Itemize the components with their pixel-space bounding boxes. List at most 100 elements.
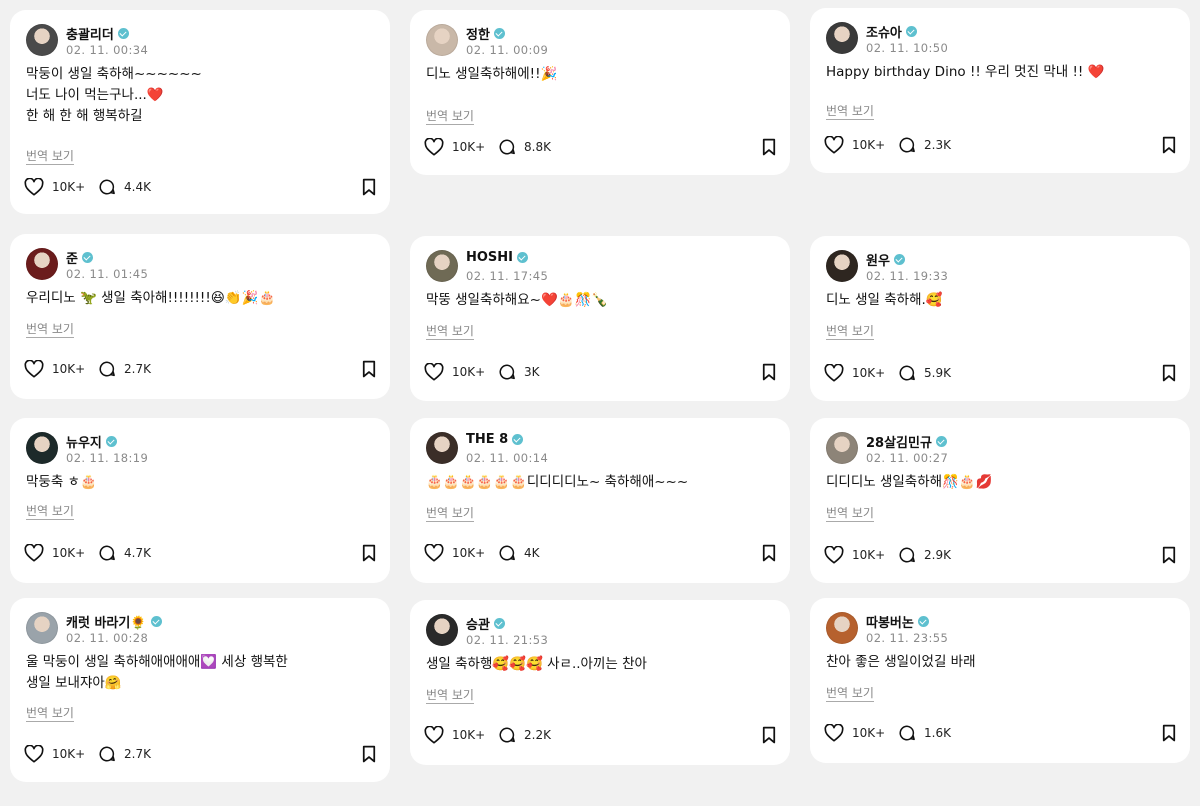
translate-link[interactable]: 번역 보기 xyxy=(426,506,474,522)
reply-count: 2.3K xyxy=(924,138,951,152)
bookmark-icon xyxy=(762,726,776,744)
like-button[interactable]: 10K+ xyxy=(24,544,85,562)
reply-count: 2.7K xyxy=(124,747,151,761)
avatar[interactable] xyxy=(26,612,58,644)
translate-link[interactable]: 번역 보기 xyxy=(826,104,874,120)
post-card[interactable]: 충괄리더 02. 11. 00:34 막둥이 생일 축하해~~~~~~ 너도 나이… xyxy=(10,10,390,214)
translate-link[interactable]: 번역 보기 xyxy=(826,324,874,340)
like-button[interactable]: 10K+ xyxy=(24,745,85,763)
reply-button[interactable]: 1.6K xyxy=(898,724,951,742)
like-button[interactable]: 10K+ xyxy=(24,360,85,378)
bookmark-button[interactable] xyxy=(762,726,776,744)
reply-button[interactable]: 4K xyxy=(498,544,540,562)
reply-button[interactable]: 4.4K xyxy=(98,178,151,196)
bookmark-button[interactable] xyxy=(362,544,376,562)
post-card[interactable]: HOSHI 02. 11. 17:45 막뚱 생일축하해요~❤️🎂🎊🍾 번역 보… xyxy=(410,236,790,401)
author-name[interactable]: 조슈아 xyxy=(866,22,917,41)
post-timestamp: 02. 11. 00:09 xyxy=(466,43,549,57)
author-name[interactable]: HOSHI xyxy=(466,250,529,265)
author-name[interactable]: 28살김민규 xyxy=(866,432,947,451)
like-button[interactable]: 10K+ xyxy=(824,724,885,742)
post-header: 충괄리더 02. 11. 00:34 xyxy=(26,24,366,60)
bookmark-button[interactable] xyxy=(762,544,776,562)
bookmark-button[interactable] xyxy=(762,138,776,156)
post-card[interactable]: 뉴우지 02. 11. 18:19 막둥축 ㅎ🎂 번역 보기 10K+ 4.7K xyxy=(10,418,390,583)
author-name[interactable]: 뉴우지 xyxy=(66,432,117,451)
bookmark-button[interactable] xyxy=(362,360,376,378)
reply-button[interactable]: 2.7K xyxy=(98,360,151,378)
reply-button[interactable]: 2.7K xyxy=(98,745,151,763)
avatar[interactable] xyxy=(26,24,58,56)
comment-icon xyxy=(98,178,116,196)
bookmark-button[interactable] xyxy=(362,178,376,196)
avatar[interactable] xyxy=(426,250,458,282)
like-button[interactable]: 10K+ xyxy=(24,178,85,196)
author-name[interactable]: THE 8 xyxy=(466,432,524,447)
bookmark-button[interactable] xyxy=(1162,364,1176,382)
reply-button[interactable]: 5.9K xyxy=(898,364,951,382)
like-button[interactable]: 10K+ xyxy=(824,136,885,154)
post-card[interactable]: 승관 02. 11. 21:53 생일 축하행🥰🥰🥰 사ㄹ..아끼는 찬아 번역… xyxy=(410,600,790,765)
reply-count: 5.9K xyxy=(924,366,951,380)
author-name[interactable]: 따봉버논 xyxy=(866,612,929,631)
avatar[interactable] xyxy=(426,432,458,464)
post-card[interactable]: 캐럿 바라기🌻 02. 11. 00:28 울 막둥이 생일 축하해애애애애💟 … xyxy=(10,598,390,782)
translate-link[interactable]: 번역 보기 xyxy=(426,688,474,704)
translate-link[interactable]: 번역 보기 xyxy=(26,706,74,722)
post-text-line: 우리디노 🦖 생일 축아해!!!!!!!!😆👏🎉🎂 xyxy=(26,290,276,306)
reply-button[interactable]: 2.9K xyxy=(898,546,951,564)
reply-button[interactable]: 4.7K xyxy=(98,544,151,562)
translate-link[interactable]: 번역 보기 xyxy=(826,506,874,522)
like-button[interactable]: 10K+ xyxy=(824,546,885,564)
post-card[interactable]: 원우 02. 11. 19:33 디노 생일 축하해.🥰 번역 보기 10K+ … xyxy=(810,236,1190,401)
bookmark-button[interactable] xyxy=(1162,136,1176,154)
like-button[interactable]: 10K+ xyxy=(424,138,485,156)
post-card[interactable]: 28살김민규 02. 11. 00:27 디디디노 생일축하해🎊🎂💋 번역 보기… xyxy=(810,418,1190,583)
like-button[interactable]: 10K+ xyxy=(424,363,485,381)
reply-button[interactable]: 2.3K xyxy=(898,136,951,154)
reply-button[interactable]: 8.8K xyxy=(498,138,551,156)
translate-link[interactable]: 번역 보기 xyxy=(26,504,74,520)
post-card[interactable]: THE 8 02. 11. 00:14 🎂🎂🎂🎂🎂🎂디디디디노~ 축하해애~~~… xyxy=(410,418,790,583)
post-card[interactable]: 따봉버논 02. 11. 23:55 찬아 좋은 생일이었길 바래 번역 보기 … xyxy=(810,598,1190,763)
post-text-line: 디노 생일축하해에!!🎉 xyxy=(426,66,558,82)
author-name[interactable]: 정한 xyxy=(466,24,505,43)
translate-link[interactable]: 번역 보기 xyxy=(26,149,74,165)
translate-link[interactable]: 번역 보기 xyxy=(426,109,474,125)
bookmark-button[interactable] xyxy=(762,363,776,381)
author-name[interactable]: 캐럿 바라기🌻 xyxy=(66,612,162,631)
avatar[interactable] xyxy=(26,432,58,464)
avatar[interactable] xyxy=(426,24,458,56)
author-name[interactable]: 원우 xyxy=(866,250,905,269)
heart-icon xyxy=(24,178,44,196)
like-button[interactable]: 10K+ xyxy=(424,726,485,744)
post-text: 우리디노 🦖 생일 축아해!!!!!!!!😆👏🎉🎂 xyxy=(26,288,376,309)
post-card[interactable]: 준 02. 11. 01:45 우리디노 🦖 생일 축아해!!!!!!!!😆👏🎉… xyxy=(10,234,390,399)
like-button[interactable]: 10K+ xyxy=(424,544,485,562)
post-text: 막뚱 생일축하해요~❤️🎂🎊🍾 xyxy=(426,290,776,311)
bookmark-button[interactable] xyxy=(1162,724,1176,742)
avatar[interactable] xyxy=(26,248,58,280)
comment-icon xyxy=(98,544,116,562)
bookmark-button[interactable] xyxy=(1162,546,1176,564)
avatar[interactable] xyxy=(826,22,858,54)
author-name[interactable]: 충괄리더 xyxy=(66,24,129,43)
avatar[interactable] xyxy=(826,250,858,282)
like-button[interactable]: 10K+ xyxy=(824,364,885,382)
reply-button[interactable]: 3K xyxy=(498,363,540,381)
post-actions: 10K+ 2.7K xyxy=(24,360,376,382)
like-count: 10K+ xyxy=(52,546,86,560)
translate-link[interactable]: 번역 보기 xyxy=(426,324,474,340)
avatar[interactable] xyxy=(826,432,858,464)
author-name[interactable]: 준 xyxy=(66,248,93,267)
translate-link[interactable]: 번역 보기 xyxy=(826,686,874,702)
avatar[interactable] xyxy=(426,614,458,646)
reply-button[interactable]: 2.2K xyxy=(498,726,551,744)
author-name[interactable]: 승관 xyxy=(466,614,505,633)
avatar[interactable] xyxy=(826,612,858,644)
bookmark-icon xyxy=(1162,724,1176,742)
post-card[interactable]: 정한 02. 11. 00:09 디노 생일축하해에!!🎉 번역 보기 10K+… xyxy=(410,10,790,175)
post-card[interactable]: 조슈아 02. 11. 10:50 Happy birthday Dino !!… xyxy=(810,8,1190,173)
bookmark-button[interactable] xyxy=(362,745,376,763)
translate-link[interactable]: 번역 보기 xyxy=(26,322,74,338)
